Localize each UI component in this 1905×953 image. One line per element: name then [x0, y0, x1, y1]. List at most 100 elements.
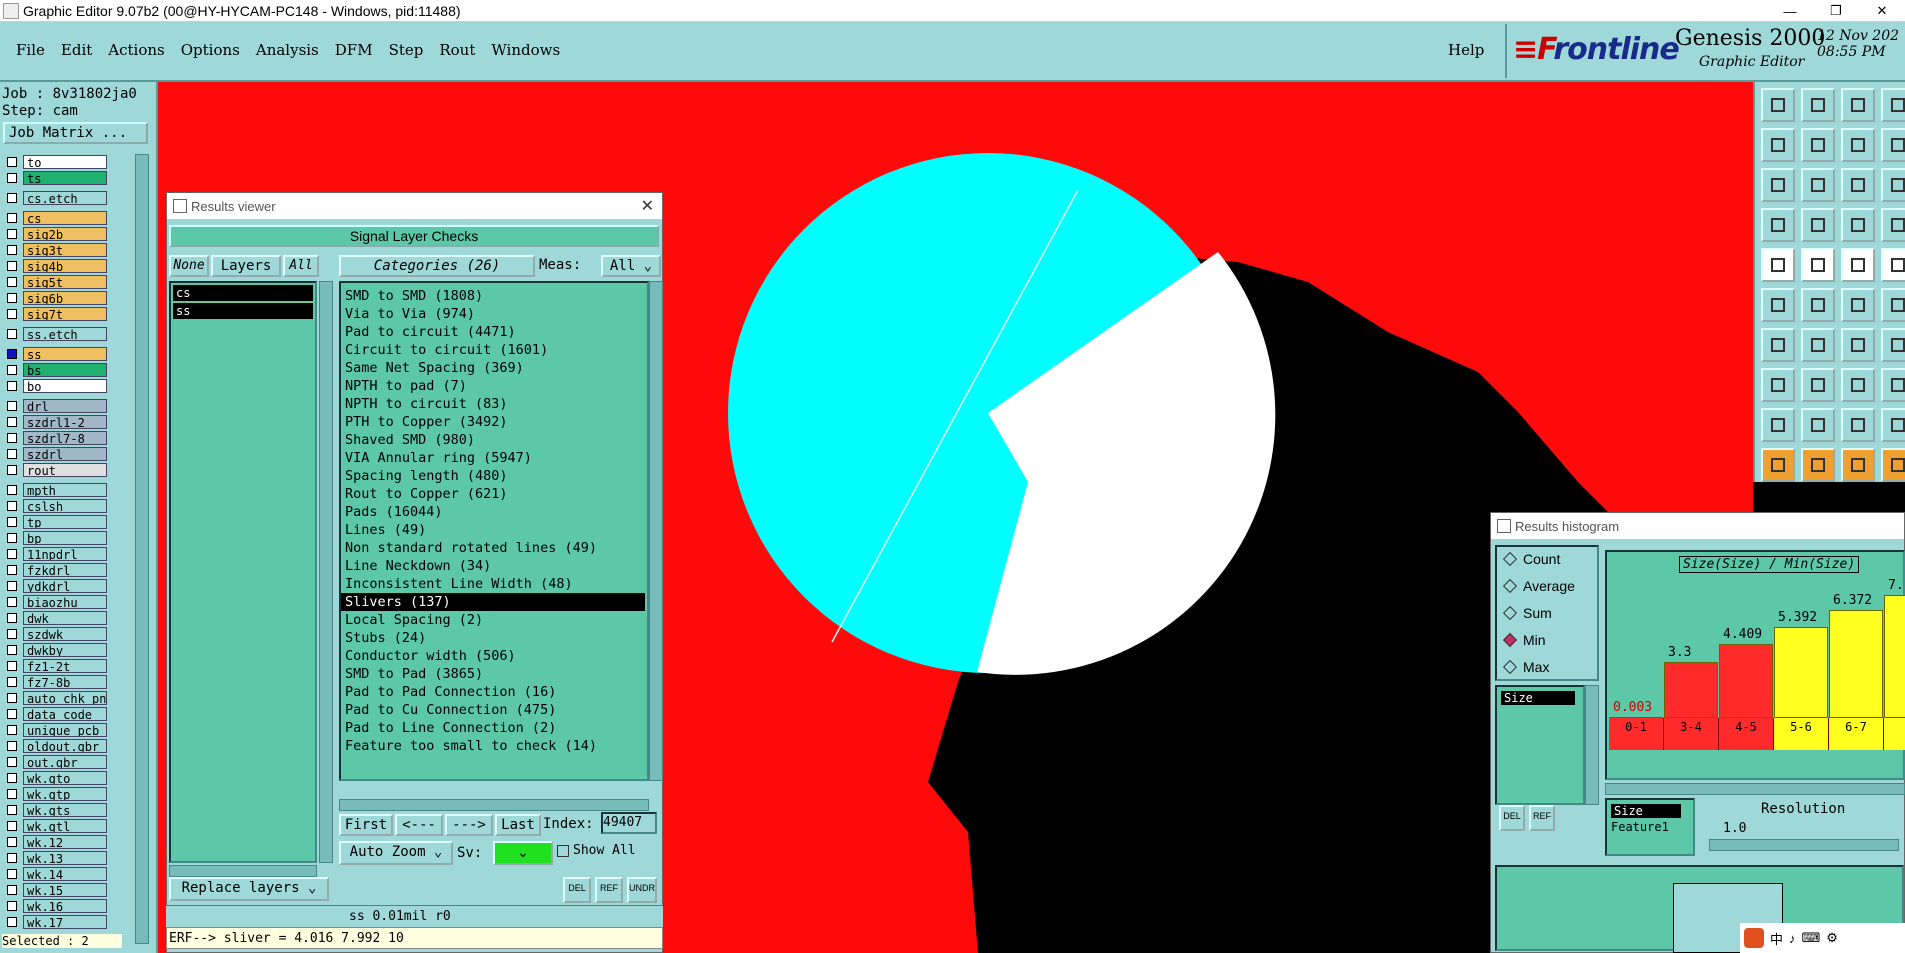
- category-item[interactable]: VIA Annular ring (5947): [341, 449, 647, 467]
- category-item[interactable]: Conductor width (506): [341, 647, 647, 665]
- result-layer-item[interactable]: ss: [173, 303, 313, 319]
- histogram-bar[interactable]: [1829, 610, 1883, 718]
- layer-row[interactable]: wk.gtp: [4, 786, 124, 802]
- prev-button[interactable]: <---: [395, 814, 443, 836]
- layer-checkbox[interactable]: [7, 293, 17, 303]
- histo-del-button[interactable]: DEL: [1499, 805, 1525, 831]
- layer-checkbox[interactable]: [7, 465, 17, 475]
- layer-row[interactable]: wk.13: [4, 850, 124, 866]
- layer-checkbox[interactable]: [7, 741, 17, 751]
- resolution-slider[interactable]: [1709, 839, 1899, 851]
- layers-scrollbar[interactable]: [319, 281, 333, 863]
- tool-button-r6-c4[interactable]: [1881, 288, 1905, 322]
- layer-name[interactable]: szdrl1-2: [23, 415, 107, 429]
- menu-windows[interactable]: Windows: [483, 41, 568, 59]
- meas-select[interactable]: All ⌄: [601, 255, 661, 277]
- keyboard-icon[interactable]: ⌨: [1802, 930, 1821, 946]
- layer-checkbox[interactable]: [7, 417, 17, 427]
- category-item[interactable]: Pad to Line Connection (2): [341, 719, 647, 737]
- layer-name[interactable]: wk.gtp: [23, 787, 107, 801]
- ime-indicator[interactable]: 中: [1770, 929, 1783, 948]
- tool-button-r7-c3[interactable]: [1841, 328, 1875, 362]
- layer-row[interactable]: to: [4, 154, 124, 170]
- layer-checkbox[interactable]: [7, 485, 17, 495]
- layer-row[interactable]: ss: [4, 346, 124, 362]
- category-item[interactable]: Lines (49): [341, 521, 647, 539]
- tool-button-r9-c4[interactable]: [1881, 408, 1905, 442]
- layer-name[interactable]: out.gbr: [23, 755, 107, 769]
- histogram-bar[interactable]: [1884, 594, 1905, 718]
- layer-row[interactable]: dwk: [4, 610, 124, 626]
- layer-checkbox[interactable]: [7, 677, 17, 687]
- tool-button-r7-c4[interactable]: [1881, 328, 1905, 362]
- layer-checkbox[interactable]: [7, 173, 17, 183]
- settings-icon[interactable]: ⚙: [1826, 930, 1838, 946]
- tool-button-r5-c4[interactable]: [1881, 248, 1905, 282]
- layer-row[interactable]: wk.12: [4, 834, 124, 850]
- layer-row[interactable]: cslsh: [4, 498, 124, 514]
- undr-button[interactable]: UNDR: [627, 877, 657, 903]
- layer-name[interactable]: 11npdrl: [23, 547, 107, 561]
- layer-row[interactable]: dwkby: [4, 642, 124, 658]
- last-button[interactable]: Last: [495, 814, 541, 836]
- layer-row[interactable]: sig2b: [4, 226, 124, 242]
- field-list[interactable]: Size Feature1: [1605, 798, 1695, 856]
- layer-checkbox[interactable]: [7, 661, 17, 671]
- tool-button-r1-c3[interactable]: [1841, 88, 1875, 122]
- layer-checkbox[interactable]: [7, 501, 17, 511]
- layer-row[interactable]: cs.etch: [4, 190, 124, 206]
- layer-row[interactable]: fz1-2t: [4, 658, 124, 674]
- layer-checkbox[interactable]: [7, 693, 17, 703]
- histo-list[interactable]: Size: [1495, 685, 1585, 805]
- layer-row[interactable]: 11npdrl: [4, 546, 124, 562]
- layer-checkbox[interactable]: [7, 245, 17, 255]
- layer-name[interactable]: fz1-2t: [23, 659, 107, 673]
- layer-name[interactable]: wk.17: [23, 915, 107, 929]
- tool-button-r6-c3[interactable]: [1841, 288, 1875, 322]
- tool-button-r1-c1[interactable]: [1761, 88, 1795, 122]
- layer-checkbox[interactable]: [7, 789, 17, 799]
- mode-radio-max[interactable]: Max: [1502, 659, 1549, 675]
- layer-name[interactable]: sig7t: [23, 307, 107, 321]
- layer-checkbox[interactable]: [7, 229, 17, 239]
- tool-button-r9-c3[interactable]: [1841, 408, 1875, 442]
- layer-checkbox[interactable]: [7, 613, 17, 623]
- category-item[interactable]: Via to Via (974): [341, 305, 647, 323]
- layer-checkbox[interactable]: [7, 549, 17, 559]
- layer-name[interactable]: szdrl7-8: [23, 431, 107, 445]
- layer-checkbox[interactable]: [7, 401, 17, 411]
- layer-name[interactable]: dwkby: [23, 643, 107, 657]
- ime-logo-icon[interactable]: [1744, 928, 1764, 948]
- category-item[interactable]: PTH to Copper (3492): [341, 413, 647, 431]
- category-item[interactable]: Pad to Pad Connection (16): [341, 683, 647, 701]
- layer-checkbox[interactable]: [7, 709, 17, 719]
- category-item[interactable]: Pads (16044): [341, 503, 647, 521]
- layer-row[interactable]: wk.16: [4, 898, 124, 914]
- sv-color-select[interactable]: ⌄: [493, 841, 553, 865]
- layer-row[interactable]: wk.14: [4, 866, 124, 882]
- histogram-bar[interactable]: [1664, 662, 1718, 718]
- layer-checkbox[interactable]: [7, 725, 17, 735]
- layer-row[interactable]: sig6b: [4, 290, 124, 306]
- category-item[interactable]: NPTH to pad (7): [341, 377, 647, 395]
- layer-name[interactable]: wk.gtl: [23, 819, 107, 833]
- layer-row[interactable]: unique_pcb: [4, 722, 124, 738]
- layer-name[interactable]: unique_pcb: [23, 723, 107, 737]
- tool-button-r9-c2[interactable]: [1801, 408, 1835, 442]
- category-item[interactable]: Rout to Copper (621): [341, 485, 647, 503]
- field-list-item-feature[interactable]: Feature1: [1611, 820, 1693, 834]
- layer-name[interactable]: ss.etch: [23, 327, 107, 341]
- layers-list[interactable]: cs ss: [169, 281, 317, 863]
- layer-row[interactable]: sig4b: [4, 258, 124, 274]
- menu-edit[interactable]: Edit: [53, 41, 100, 59]
- layer-row[interactable]: ss.etch: [4, 326, 124, 342]
- layer-row[interactable]: out.gbr: [4, 754, 124, 770]
- layer-row[interactable]: data_code: [4, 706, 124, 722]
- layer-name[interactable]: wk.13: [23, 851, 107, 865]
- category-item[interactable]: Stubs (24): [341, 629, 647, 647]
- mode-radio-count[interactable]: Count: [1502, 551, 1560, 567]
- tool-button-r6-c1[interactable]: [1761, 288, 1795, 322]
- category-item[interactable]: SMD to SMD (1808): [341, 287, 647, 305]
- layer-name[interactable]: wk.gto: [23, 771, 107, 785]
- index-input[interactable]: 49407: [601, 812, 657, 834]
